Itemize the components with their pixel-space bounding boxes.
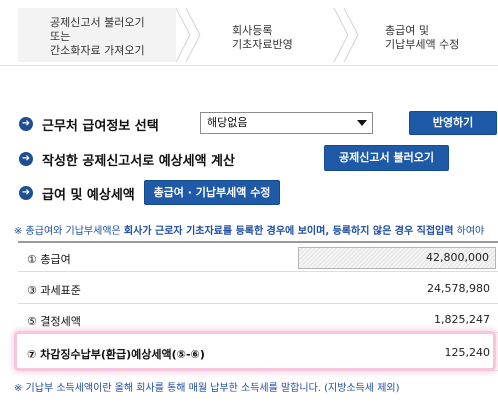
- arrow-right-icon: ➜: [19, 117, 33, 131]
- table-row-total-salary: ① 총급여 42,800,000: [18, 243, 498, 272]
- row-label: ⑦ 차감징수납부(환급)예상세액(⑤-⑥): [27, 348, 205, 361]
- section3-title: 급여 및 예상세액: [42, 188, 135, 203]
- row-value: 125,240: [444, 346, 491, 359]
- arrow-right-icon: ➜: [19, 152, 33, 166]
- table-row-expected-tax: ⑦ 차감징수납부(환급)예상세액(⑤-⑥) 125,240: [18, 333, 498, 371]
- section1-title: 근무처 급여정보 선택: [42, 119, 159, 134]
- load-deduction-form-button[interactable]: 공제신고서 불러오기: [324, 145, 449, 171]
- apply-button[interactable]: 반영하기: [409, 111, 497, 135]
- workplace-select[interactable]: 해당없음: [200, 112, 373, 134]
- step-bar: 공제신고서 불러오기 또는 간소화자료 가져오기 회사등록 기초자료반영 총급여…: [0, 0, 498, 66]
- step-3[interactable]: 총급여 및 기납부세액 수정: [0, 0, 498, 66]
- table-row-tax-base: ③ 과세표준 24,578,980: [18, 272, 498, 304]
- tax-table: ① 총급여 42,800,000 ③ 과세표준 24,578,980 ⑤ 결정세…: [18, 241, 498, 371]
- row-value: 1,825,247: [434, 313, 490, 326]
- total-salary-field: 42,800,000: [298, 247, 496, 269]
- note-bottom: ※ 기납부 소득세액이란 올해 회사를 통해 매월 납부한 소득세를 말합니다.…: [14, 383, 400, 394]
- row-value: 24,578,980: [427, 282, 490, 295]
- workplace-select-value: 해당없음: [207, 116, 248, 129]
- step-3-line2: 기납부세액 수정: [385, 38, 460, 51]
- section2-title: 작성한 공제신고서로 예상세액 계산: [42, 154, 235, 169]
- row-label: ③ 과세표준: [27, 284, 81, 297]
- row-label: ⑤ 결정세액: [27, 315, 81, 328]
- arrow-right-icon: ➜: [19, 186, 33, 200]
- edit-salary-tax-button[interactable]: 총급여 · 기납부세액 수정: [144, 180, 280, 205]
- chevron-down-icon: [357, 120, 367, 126]
- row-value: 42,800,000: [426, 251, 489, 264]
- note-top: ※ 총급여와 기납부세액은 회사가 근로자 기초자료를 등록한 경우에 보이며,…: [14, 226, 485, 237]
- step-3-line1: 총급여 및: [385, 24, 429, 37]
- table-row-determined-tax: ⑤ 결정세액 1,825,247: [18, 304, 498, 333]
- row-label: ① 총급여: [27, 253, 71, 266]
